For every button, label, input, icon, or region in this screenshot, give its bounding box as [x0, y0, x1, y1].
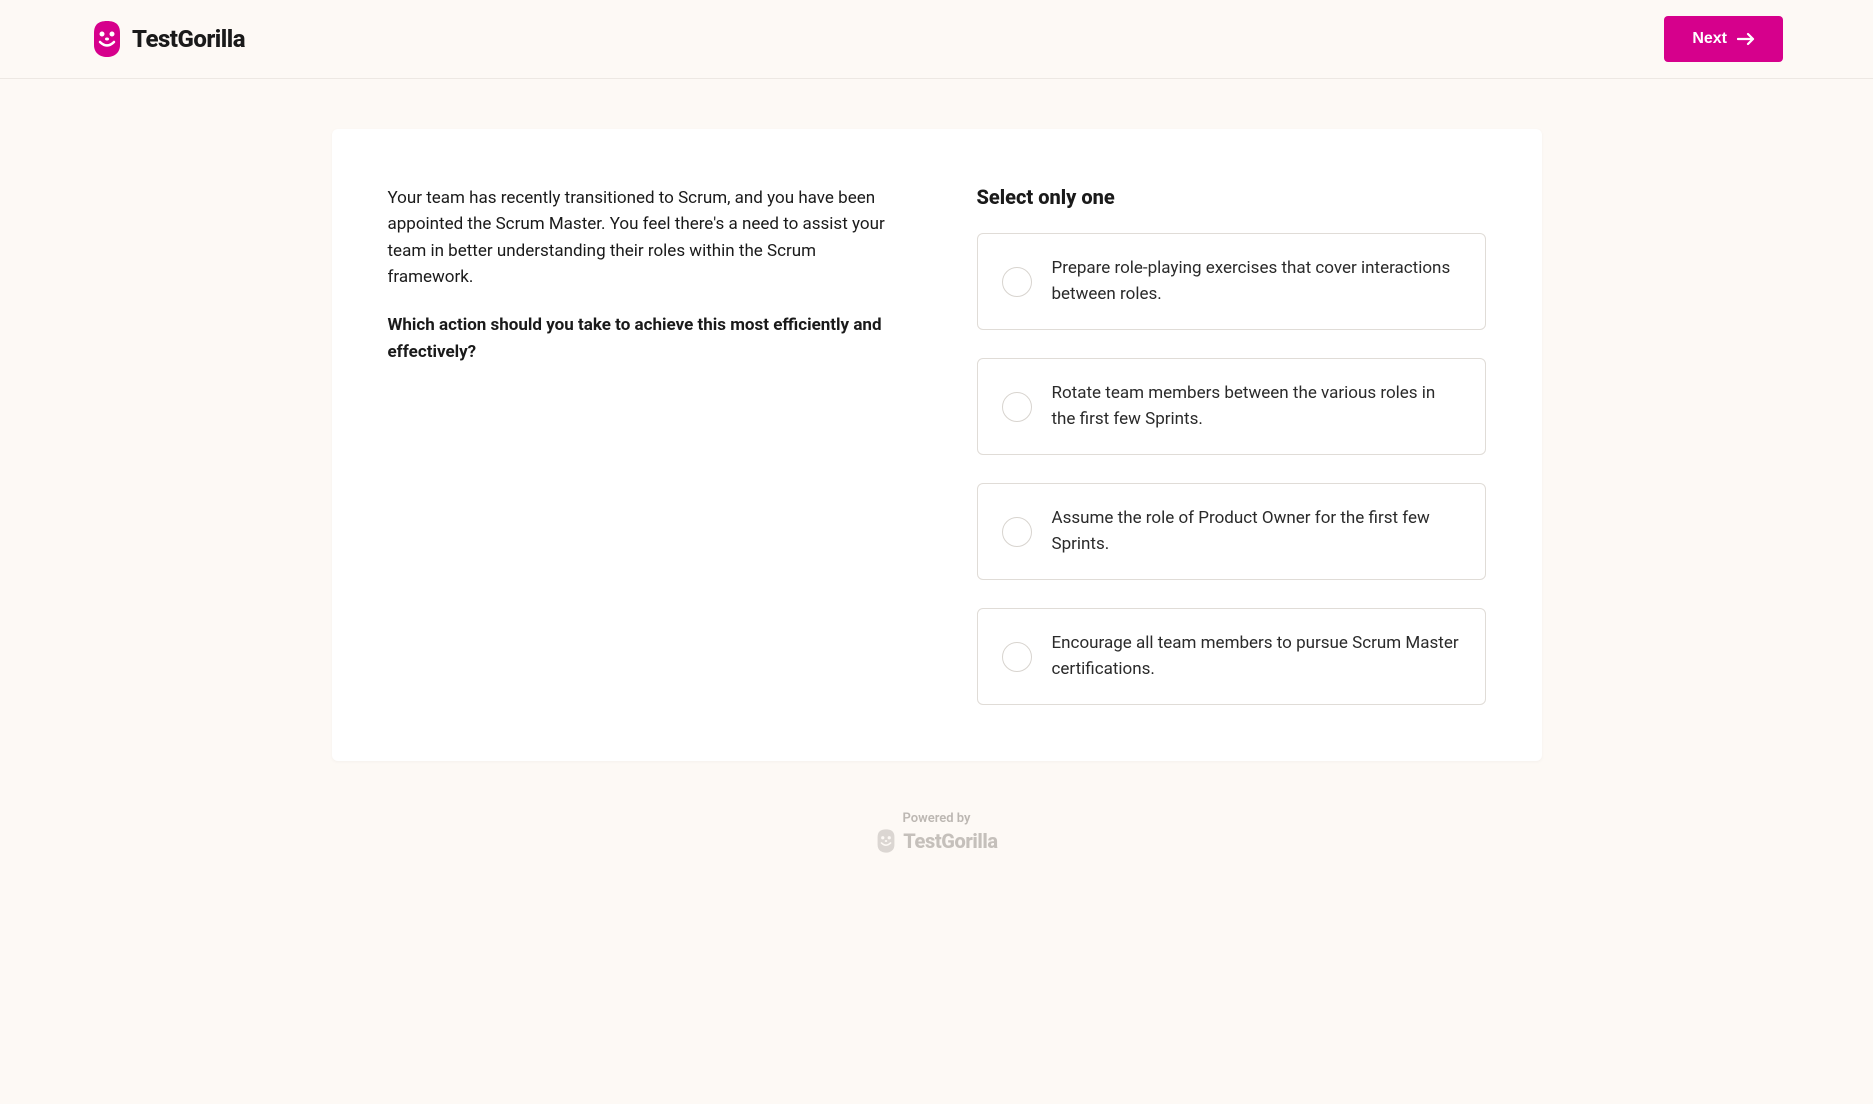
answer-option-1[interactable]: Rotate team members between the various …: [977, 358, 1486, 455]
question-card: Your team has recently transitioned to S…: [332, 129, 1542, 761]
main-content: Your team has recently transitioned to S…: [312, 129, 1562, 761]
answer-option-text: Rotate team members between the various …: [1052, 381, 1461, 432]
powered-by-label: Powered by: [0, 811, 1873, 826]
gorilla-logo-icon: [90, 19, 124, 59]
app-header: TestGorilla Next: [0, 0, 1873, 79]
answer-option-text: Prepare role-playing exercises that cove…: [1052, 256, 1461, 307]
gorilla-logo-icon: [875, 828, 897, 854]
answer-option-text: Assume the role of Product Owner for the…: [1052, 506, 1461, 557]
answer-option-text: Encourage all team members to pursue Scr…: [1052, 631, 1461, 682]
page-footer: Powered by TestGorilla: [0, 761, 1873, 918]
answer-option-3[interactable]: Encourage all team members to pursue Scr…: [977, 608, 1486, 705]
footer-brand-logo: TestGorilla: [875, 828, 997, 854]
answer-option-2[interactable]: Assume the role of Product Owner for the…: [977, 483, 1486, 580]
radio-icon: [1002, 392, 1032, 422]
answer-option-0[interactable]: Prepare role-playing exercises that cove…: [977, 233, 1486, 330]
footer-brand-name: TestGorilla: [903, 829, 997, 853]
brand-logo: TestGorilla: [90, 19, 245, 59]
arrow-right-icon: [1737, 32, 1755, 46]
question-prompt: Which action should you take to achieve …: [388, 312, 897, 365]
answers-panel: Select only one Prepare role-playing exe…: [977, 185, 1486, 705]
answers-heading: Select only one: [977, 185, 1486, 209]
radio-icon: [1002, 517, 1032, 547]
next-button-label: Next: [1692, 30, 1727, 48]
radio-icon: [1002, 642, 1032, 672]
question-context: Your team has recently transitioned to S…: [388, 185, 897, 290]
next-button[interactable]: Next: [1664, 16, 1783, 62]
radio-icon: [1002, 267, 1032, 297]
question-panel: Your team has recently transitioned to S…: [388, 185, 897, 705]
brand-name: TestGorilla: [132, 25, 245, 53]
